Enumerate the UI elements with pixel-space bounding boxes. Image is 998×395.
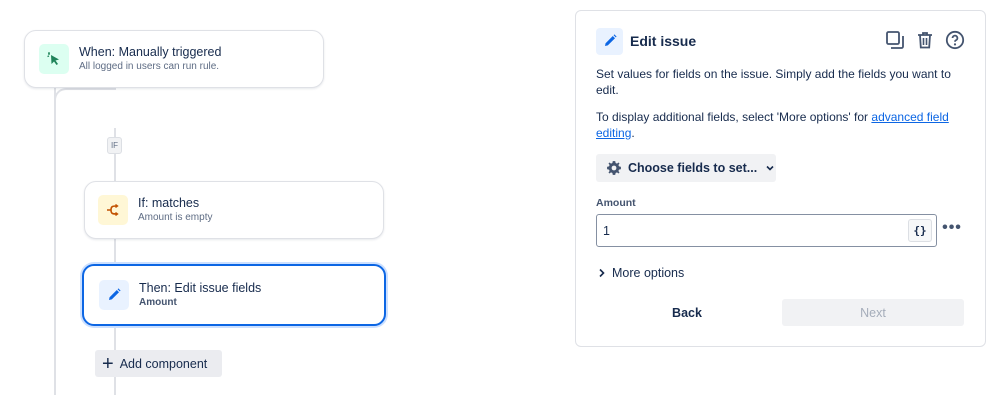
more-info-suffix: . [631,126,635,140]
choose-fields-label: Choose fields to set... [628,161,758,175]
panel-header: Edit issue [596,27,966,55]
branch-icon [98,195,128,225]
trigger-title: When: Manually triggered [79,45,222,59]
add-component-button[interactable]: + Add component [95,350,222,377]
trash-icon[interactable] [914,29,936,51]
action-card[interactable]: Then: Edit issue fields Amount [82,264,386,326]
next-button[interactable]: Next [782,299,964,326]
action-subtitle: Amount [139,297,177,308]
smart-value-button[interactable]: {} [908,219,932,242]
gear-icon [606,160,622,176]
if-badge: IF [107,137,122,154]
pencil-icon [99,280,129,310]
condition-title: If: matches [138,196,200,210]
help-icon[interactable] [944,29,966,51]
branch-connector [54,88,116,128]
panel-title: Edit issue [630,33,697,49]
trigger-card[interactable]: When: Manually triggered All logged in u… [24,30,324,88]
amount-field-value: 1 [603,224,610,238]
chevron-down-icon [765,163,775,173]
action-title: Then: Edit issue fields [139,281,262,295]
more-options-toggle[interactable]: More options [598,266,684,280]
edit-issue-panel: Edit issue Set values for fields on the … [575,10,986,347]
amount-field[interactable]: 1 {} [596,214,937,247]
amount-field-label: Amount [596,197,636,209]
cursor-click-icon [39,44,69,74]
pencil-icon [596,27,623,55]
more-info-prefix: To display additional fields, select 'Mo… [596,110,872,124]
choose-fields-button[interactable]: Choose fields to set... [596,154,776,182]
more-actions-icon[interactable]: ••• [941,218,963,238]
chevron-right-icon [598,268,606,278]
flow-connector [54,88,56,395]
duplicate-icon[interactable] [884,29,906,51]
back-button[interactable]: Back [596,299,778,326]
more-options-label: More options [612,266,685,280]
trigger-subtitle: All logged in users can run rule. [79,61,220,72]
condition-subtitle: Amount is empty [138,212,213,223]
plus-icon: + [102,352,114,375]
more-info-text: To display additional fields, select 'Mo… [596,109,966,141]
panel-description: Set values for fields on the issue. Simp… [596,67,951,97]
condition-card[interactable]: If: matches Amount is empty [84,181,384,239]
add-component-label: Add component [119,356,208,371]
